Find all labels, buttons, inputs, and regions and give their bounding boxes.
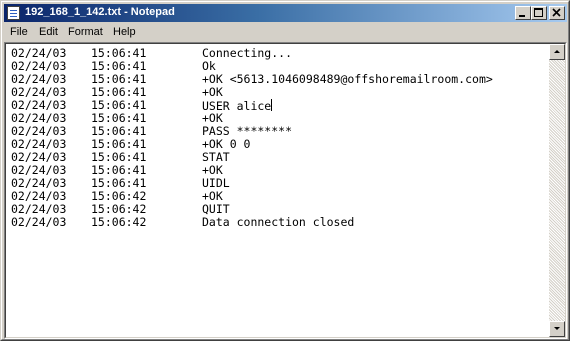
- text-area[interactable]: 02/24/03 15:06:41 Connecting... 02/24/03 15…: [6, 44, 549, 337]
- menu-format[interactable]: Format: [68, 26, 103, 38]
- log-message: Data connection closed: [202, 215, 355, 229]
- scroll-down-arrow-icon: [554, 327, 560, 330]
- notepad-window: 192_168_1_142.txt - Notepad File Edit Fo…: [0, 0, 570, 341]
- window-title: 192_168_1_142.txt - Notepad: [25, 6, 175, 18]
- log-time: 15:06:42: [91, 215, 147, 229]
- menu-file[interactable]: File: [10, 26, 28, 38]
- menu-bar: File Edit Format Help: [4, 23, 567, 42]
- menu-help[interactable]: Help: [113, 26, 136, 38]
- maximize-icon: [534, 8, 543, 17]
- notepad-icon[interactable]: [7, 6, 20, 20]
- log-date: 02/24/03: [11, 215, 67, 229]
- menu-edit[interactable]: Edit: [39, 26, 58, 38]
- text-caret: [271, 99, 273, 111]
- close-icon: [552, 8, 561, 17]
- close-button[interactable]: [549, 6, 565, 20]
- minimize-button[interactable]: [515, 6, 531, 20]
- scroll-up-arrow-icon: [554, 50, 560, 53]
- minimize-icon: [519, 15, 525, 17]
- scroll-up-button[interactable]: [549, 44, 565, 60]
- window-frame: 192_168_1_142.txt - Notepad File Edit Fo…: [1, 1, 569, 340]
- maximize-button[interactable]: [531, 6, 547, 20]
- title-bar[interactable]: 192_168_1_142.txt - Notepad: [4, 4, 567, 22]
- scroll-down-button[interactable]: [549, 321, 565, 337]
- log-message: +OK <5613.1046098489@offshoremailroom.co…: [202, 72, 493, 86]
- log-message: +OK: [202, 85, 223, 99]
- vertical-scrollbar[interactable]: [549, 44, 565, 337]
- editor: 02/24/03 15:06:41 Connecting... 02/24/03 15…: [4, 42, 567, 339]
